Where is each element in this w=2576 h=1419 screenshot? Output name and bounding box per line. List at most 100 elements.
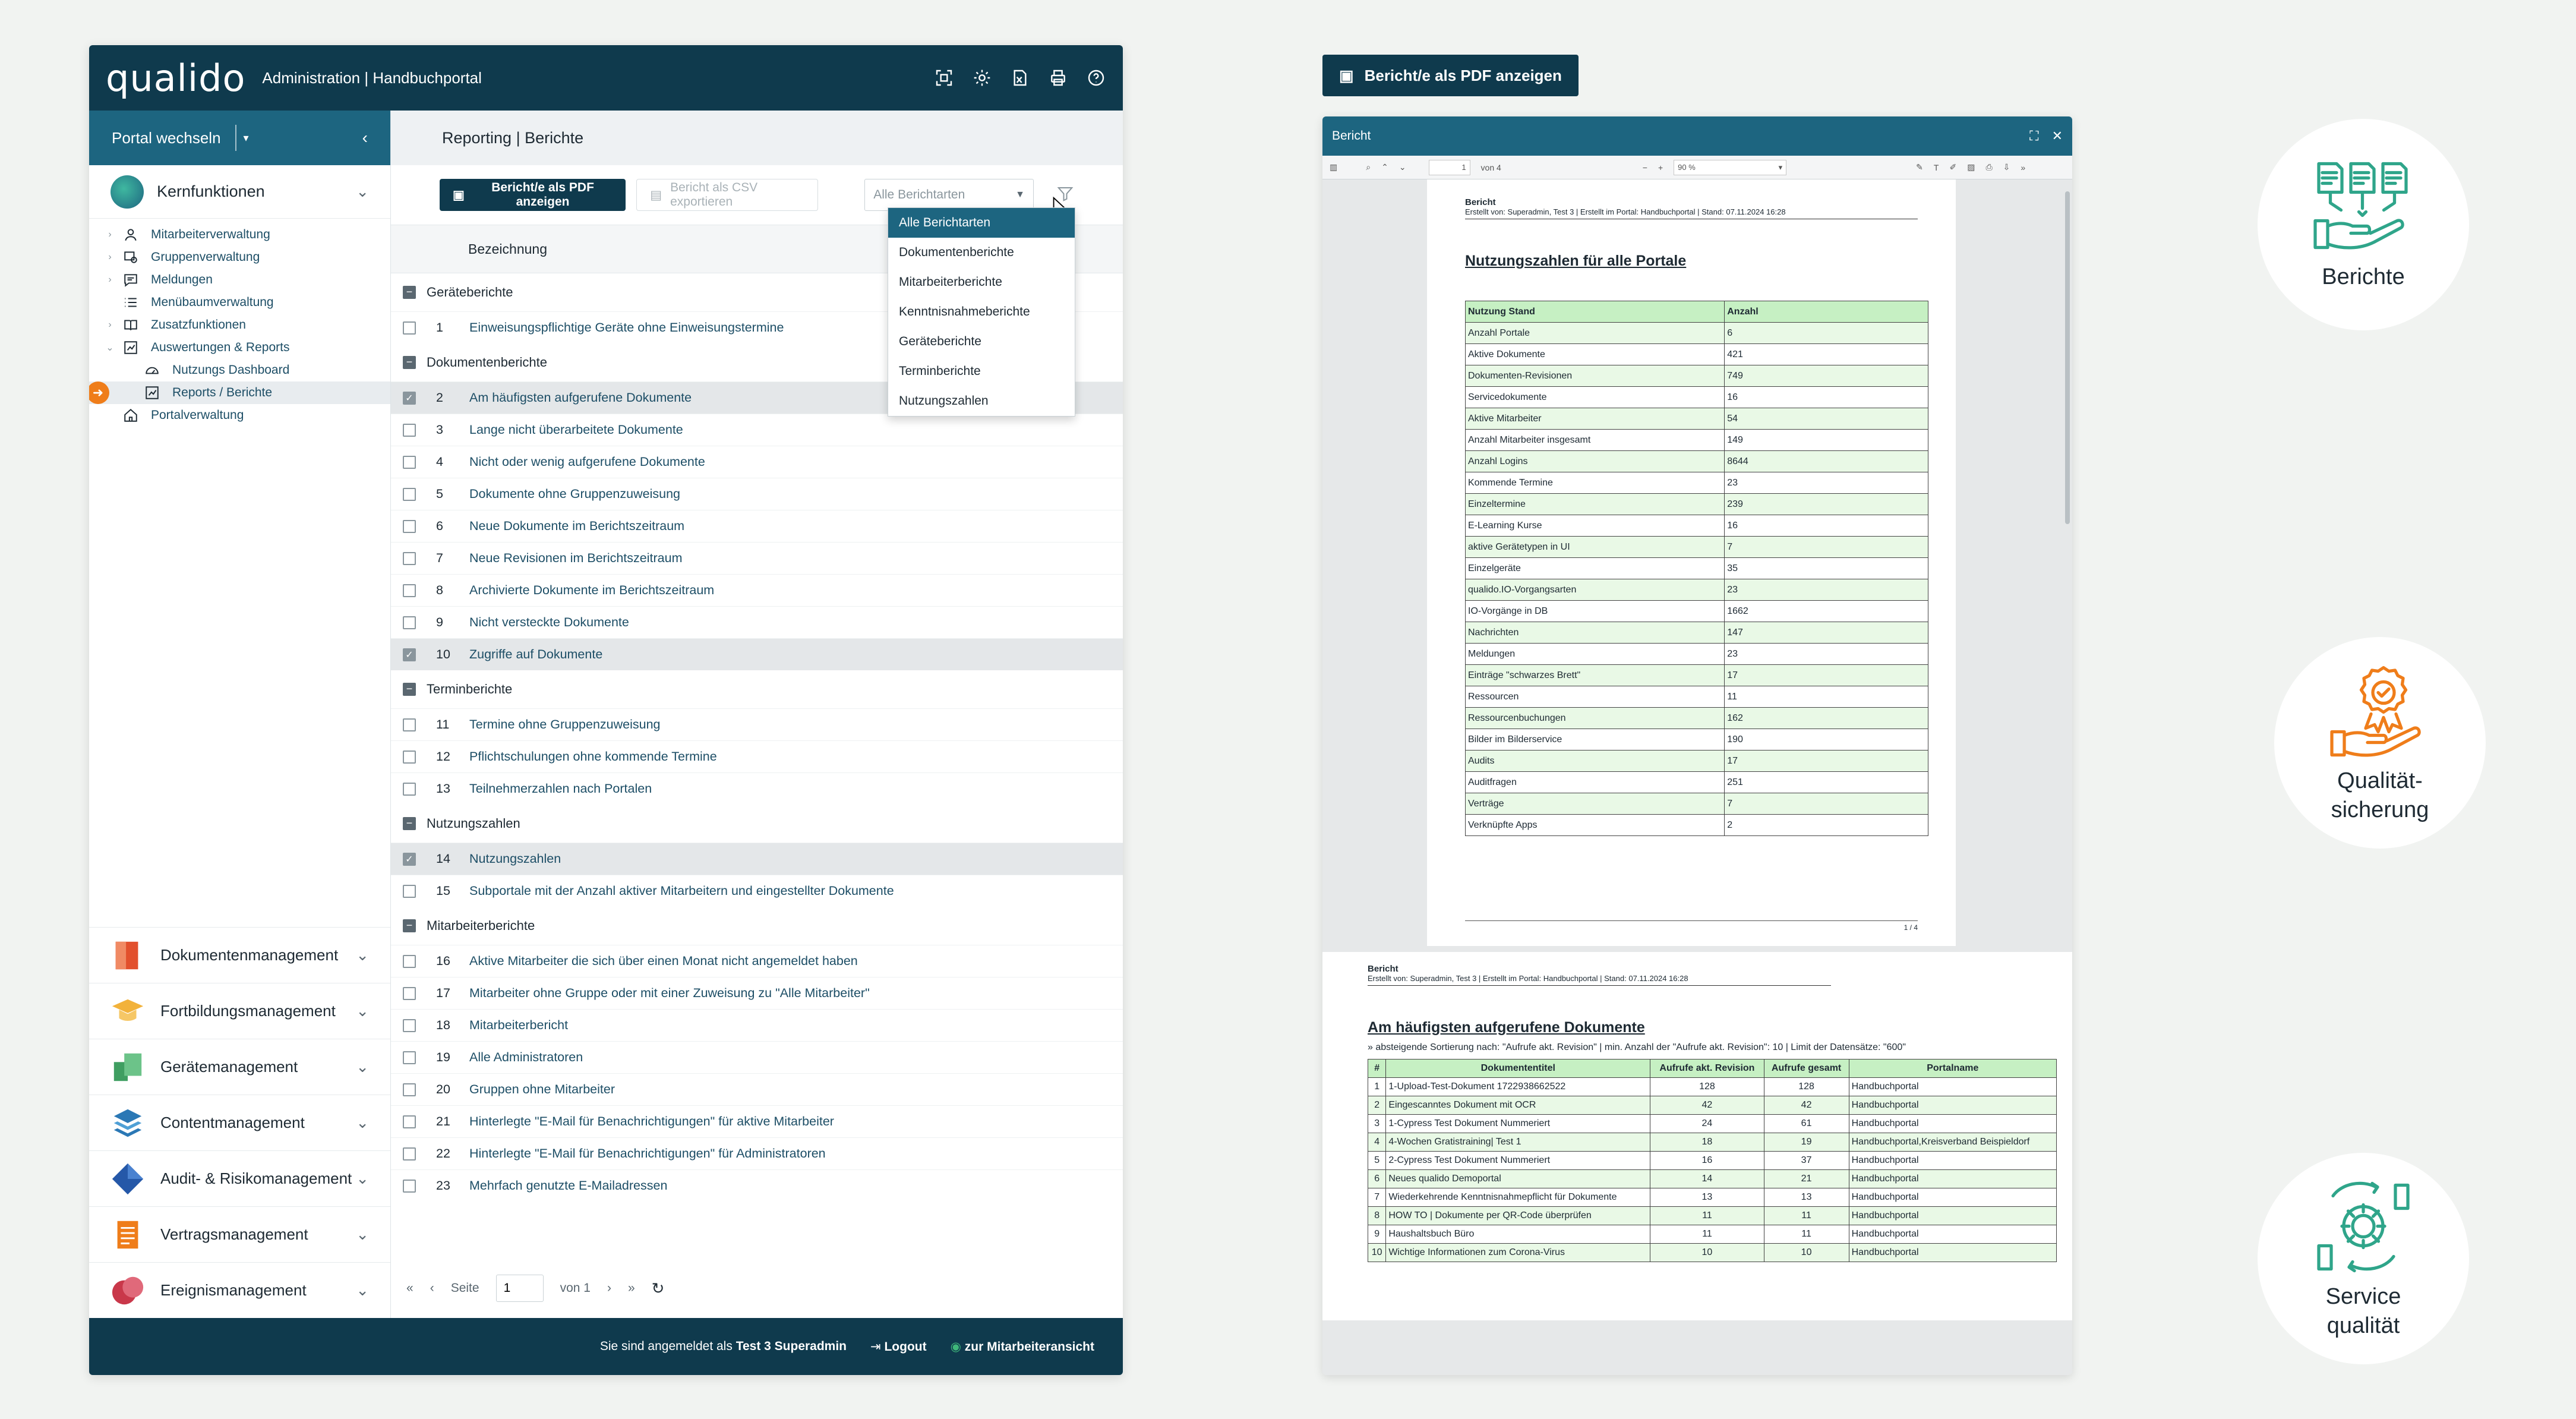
logout-button[interactable]: ⇥ Logout xyxy=(870,1339,927,1354)
chevron-down-icon[interactable]: ⌄ xyxy=(356,1225,369,1244)
table-row[interactable]: 5 Dokumente ohne Gruppenzuweisung xyxy=(391,478,1123,510)
table-row[interactable]: 3 Lange nicht überarbeitete Dokumente xyxy=(391,414,1123,446)
next-page-icon[interactable]: › xyxy=(607,1281,611,1295)
table-row[interactable]: 4 Nicht oder wenig aufgerufene Dokumente xyxy=(391,446,1123,478)
table-row[interactable]: 23 Mehrfach genutzte E-Mailadressen xyxy=(391,1169,1123,1202)
sidebar-item-mitarbeiterverwaltung[interactable]: › Mitarbeiterverwaltung xyxy=(89,223,390,246)
close-icon[interactable]: ✕ xyxy=(2052,128,2063,144)
table-row[interactable]: 9 Nicht versteckte Dokumente xyxy=(391,606,1123,638)
report-group-header[interactable]: − Mitarbeiterberichte xyxy=(391,907,1123,945)
collapse-group-icon[interactable]: − xyxy=(403,356,416,369)
draw-icon[interactable]: ✐ xyxy=(1949,162,1956,172)
report-link[interactable]: Hinterlegte "E-Mail für Benachrichtigung… xyxy=(466,1112,838,1131)
pdf-pages[interactable]: Bericht Erstellt von: Superadmin, Test 3… xyxy=(1322,179,2072,1375)
row-checkbox[interactable] xyxy=(403,584,416,597)
sidebar-item-zusatzfunktionen[interactable]: › Zusatzfunktionen xyxy=(89,314,390,336)
row-checkbox[interactable] xyxy=(403,718,416,731)
expand-icon[interactable]: › xyxy=(102,252,118,263)
prev-page-icon[interactable]: ⌃ xyxy=(1381,162,1388,172)
prev-page-icon[interactable]: ‹ xyxy=(430,1281,434,1295)
report-link[interactable]: Dokumente ohne Gruppenzuweisung xyxy=(466,484,684,504)
chevron-down-icon[interactable]: ⌄ xyxy=(356,946,369,964)
table-row[interactable]: 18 Mitarbeiterbericht xyxy=(391,1009,1123,1041)
expand-icon[interactable]: › xyxy=(102,320,118,330)
report-link[interactable]: Nutzungszahlen xyxy=(466,849,564,869)
report-link[interactable]: Aktive Mitarbeiter die sich über einen M… xyxy=(466,951,861,971)
report-link[interactable]: Alle Administratoren xyxy=(466,1048,586,1067)
chevron-down-icon[interactable]: ⌄ xyxy=(356,182,369,201)
report-group-header[interactable]: − Nutzungszahlen xyxy=(391,805,1123,843)
row-checkbox[interactable] xyxy=(403,1179,416,1193)
table-row[interactable]: 13 Teilnehmerzahlen nach Portalen xyxy=(391,772,1123,805)
text-icon[interactable]: T xyxy=(1934,163,1939,172)
last-page-icon[interactable]: » xyxy=(628,1281,635,1295)
row-checkbox[interactable] xyxy=(403,487,416,501)
report-link[interactable]: Termine ohne Gruppenzuweisung xyxy=(466,715,664,734)
table-row[interactable]: ✓ 10 Zugriffe auf Dokumente xyxy=(391,638,1123,670)
report-link[interactable]: Teilnehmerzahlen nach Portalen xyxy=(466,779,655,799)
row-checkbox[interactable] xyxy=(403,986,416,1000)
collapse-group-icon[interactable]: − xyxy=(403,919,416,932)
table-row[interactable]: 7 Neue Revisionen im Berichtszeitraum xyxy=(391,542,1123,574)
dropdown-option[interactable]: Terminberichte xyxy=(888,357,1075,386)
viewer-scrollbar[interactable] xyxy=(2065,191,2070,524)
next-page-icon[interactable]: ⌄ xyxy=(1399,162,1406,172)
employee-view-button[interactable]: ◉ zur Mitarbeiteransicht xyxy=(951,1339,1094,1354)
table-row[interactable]: ✓ 14 Nutzungszahlen xyxy=(391,843,1123,875)
section-ereignismanagement[interactable]: Ereignismanagement ⌄ xyxy=(89,1262,390,1318)
row-checkbox[interactable] xyxy=(403,954,416,968)
report-group-header[interactable]: − Terminberichte xyxy=(391,670,1123,708)
page-input[interactable] xyxy=(495,1275,544,1302)
report-link[interactable]: Archivierte Dokumente im Berichtszeitrau… xyxy=(466,581,718,600)
table-row[interactable]: 8 Archivierte Dokumente im Berichtszeitra… xyxy=(391,574,1123,606)
row-checkbox[interactable] xyxy=(403,551,416,565)
dropdown-option[interactable]: Alle Berichtarten xyxy=(888,208,1075,238)
caret-down-icon[interactable]: ▼ xyxy=(1015,190,1025,200)
show-pdf-button[interactable]: ▣ Bericht/e als PDF anzeigen xyxy=(440,179,626,211)
collapse-icon[interactable]: ⌄ xyxy=(102,342,118,354)
section-vertragsmanagement[interactable]: Vertragsmanagement ⌄ xyxy=(89,1206,390,1262)
collapse-group-icon[interactable]: − xyxy=(403,683,416,696)
dropdown-option[interactable]: Nutzungszahlen xyxy=(888,386,1075,416)
qr-scan-icon[interactable] xyxy=(934,68,954,88)
section-audit-risikomanagement[interactable]: Audit- & Risikomanagement ⌄ xyxy=(89,1150,390,1206)
section-dokumentenmanagement[interactable]: Dokumentenmanagement ⌄ xyxy=(89,927,390,983)
xlsx-icon[interactable] xyxy=(1010,68,1030,88)
portal-switch-button[interactable]: Portal wechseln ▾ ‹ xyxy=(89,111,390,165)
print-icon[interactable]: ⎙ xyxy=(1985,162,1992,172)
table-row[interactable]: 16 Aktive Mitarbeiter die sich über einen… xyxy=(391,945,1123,977)
report-link[interactable]: Hinterlegte "E-Mail für Benachrichtigung… xyxy=(466,1144,829,1163)
row-checkbox[interactable] xyxy=(403,750,416,764)
chevron-down-icon[interactable]: ⌄ xyxy=(356,1058,369,1076)
sidebar-toggle-icon[interactable]: ▥ xyxy=(1330,162,1337,172)
report-link[interactable]: Zugriffe auf Dokumente xyxy=(466,645,606,664)
row-checkbox[interactable] xyxy=(403,782,416,796)
refresh-icon[interactable]: ↻ xyxy=(652,1279,665,1298)
dropdown-option[interactable]: Geräteberichte xyxy=(888,327,1075,357)
report-link[interactable]: Mehrfach genutzte E-Mailadressen xyxy=(466,1176,671,1196)
row-checkbox[interactable] xyxy=(403,423,416,437)
report-link[interactable]: Nicht versteckte Dokumente xyxy=(466,613,633,632)
table-row[interactable]: 20 Gruppen ohne Mitarbeiter xyxy=(391,1073,1123,1105)
chevron-down-icon[interactable]: ⌄ xyxy=(356,1002,369,1020)
zoom-select[interactable]: 90 % ▾ xyxy=(1674,159,1787,175)
report-link[interactable]: Einweisungspflichtige Geräte ohne Einwei… xyxy=(466,318,787,338)
maximize-icon[interactable]: ⛶ xyxy=(2029,128,2038,144)
row-checkbox[interactable] xyxy=(403,616,416,629)
report-link[interactable]: Neue Revisionen im Berichtszeitraum xyxy=(466,548,686,568)
first-page-icon[interactable]: « xyxy=(406,1281,413,1295)
report-link[interactable]: Am häufigsten aufgerufene Dokumente xyxy=(466,388,695,408)
collapse-group-icon[interactable]: − xyxy=(403,817,416,830)
highlight-icon[interactable]: ✎ xyxy=(1916,162,1923,172)
export-csv-button[interactable]: ▤ Bericht als CSV exportieren xyxy=(636,179,819,211)
row-checkbox[interactable] xyxy=(403,884,416,898)
table-row[interactable]: 19 Alle Administratoren xyxy=(391,1041,1123,1073)
help-icon[interactable] xyxy=(1086,68,1106,88)
zoom-out-icon[interactable]: − xyxy=(1643,163,1647,172)
qualido-logo[interactable]: qualido xyxy=(106,56,245,100)
report-link[interactable]: Mitarbeiter ohne Gruppe oder mit einer Z… xyxy=(466,983,873,1003)
table-row[interactable]: 11 Termine ohne Gruppenzuweisung xyxy=(391,708,1123,740)
sidebar-item-portalverwaltung[interactable]: Portalverwaltung xyxy=(89,404,390,427)
report-link[interactable]: Neue Dokumente im Berichtszeitraum xyxy=(466,516,688,536)
section-contentmanagement[interactable]: Contentmanagement ⌄ xyxy=(89,1095,390,1150)
